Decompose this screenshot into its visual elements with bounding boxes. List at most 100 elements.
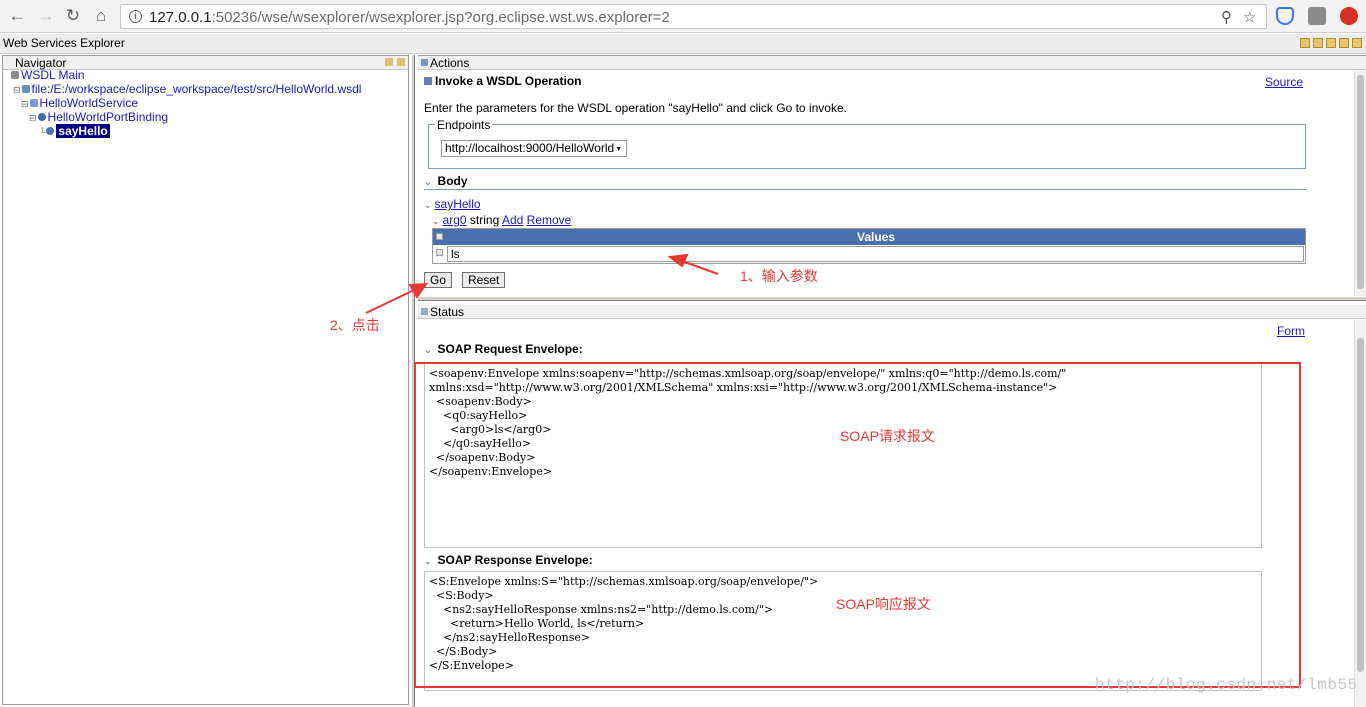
instructions-post: to invoke. bbox=[792, 101, 847, 115]
url-path: :50236/wse/wsexplorer/wsexplorer.jsp?org… bbox=[211, 9, 670, 26]
home-icon[interactable]: ⌂ bbox=[91, 6, 111, 26]
actions-title: Actions bbox=[430, 56, 470, 70]
tree-item-service[interactable]: ⊟ HelloWorldService bbox=[21, 96, 138, 111]
wsdl-file-icon bbox=[21, 85, 30, 93]
back-tool-icon[interactable] bbox=[1300, 38, 1310, 48]
info-icon[interactable]: i bbox=[129, 10, 142, 23]
collapse-twisty-icon[interactable]: ⌄ bbox=[424, 177, 432, 187]
forward-tool-icon[interactable] bbox=[1313, 38, 1323, 48]
collapse-icon[interactable]: ⊟ bbox=[21, 99, 29, 109]
browser-toolbar: ← → ↻ ⌂ i 127.0.0.1:50236/wse/wsexplorer… bbox=[0, 0, 1366, 33]
request-label: SOAP Request Envelope: bbox=[437, 342, 583, 356]
status-title: Status bbox=[430, 305, 465, 319]
collapse-icon[interactable]: ⊟ bbox=[29, 113, 37, 123]
status-scrollbar[interactable] bbox=[1354, 320, 1366, 707]
watermark: http://blog.csdn.net/lmb55 bbox=[1095, 676, 1358, 694]
go-button[interactable]: Go bbox=[424, 272, 453, 288]
navigator-pane: Navigator WSDL Main ⊟ file:/E:/workspace/… bbox=[2, 55, 409, 705]
select-all-checkbox[interactable] bbox=[436, 233, 443, 240]
values-header: Values bbox=[433, 229, 1305, 245]
tree-line-icon: └ bbox=[39, 127, 46, 137]
navigator-refresh-icon[interactable] bbox=[385, 58, 393, 66]
body-label: Body bbox=[437, 174, 468, 188]
horizontal-splitter[interactable] bbox=[418, 296, 1366, 301]
endpoint-value: http://localhost:9000/HelloWorld bbox=[445, 141, 615, 155]
binding-icon bbox=[37, 113, 46, 121]
body-section-header[interactable]: ⌄ Body bbox=[424, 174, 468, 188]
form-link[interactable]: Form bbox=[1277, 324, 1305, 338]
body-divider bbox=[424, 189, 1306, 190]
values-header-text: Values bbox=[856, 230, 896, 244]
navigator-clear-icon[interactable] bbox=[397, 58, 405, 66]
extension-icon[interactable] bbox=[1308, 7, 1326, 25]
tree-item-wsdl-main[interactable]: WSDL Main bbox=[11, 68, 85, 82]
actions-scrollbar[interactable] bbox=[1354, 71, 1366, 297]
values-table: Values ls bbox=[432, 228, 1306, 264]
collapse-twisty-icon[interactable]: ⌄ bbox=[424, 200, 432, 211]
remove-link[interactable]: Remove bbox=[527, 213, 572, 227]
app-title-bar: Web Services Explorer bbox=[0, 34, 1366, 54]
title-toolbar bbox=[1300, 38, 1362, 48]
maximize-icon[interactable] bbox=[421, 308, 428, 315]
operation-icon bbox=[424, 77, 432, 85]
row-checkbox[interactable] bbox=[436, 249, 443, 256]
value-row: ls bbox=[433, 245, 1305, 263]
wsdl-main-link[interactable]: WSDL Main bbox=[21, 68, 85, 82]
favorites-tool-icon[interactable] bbox=[1352, 38, 1362, 48]
url-text[interactable]: 127.0.0.1:50236/wse/wsexplorer/wsexplore… bbox=[149, 9, 670, 26]
endpoint-select[interactable]: http://localhost:9000/HelloWorld▼ bbox=[441, 140, 628, 157]
maximize-icon[interactable] bbox=[421, 59, 428, 66]
arg-type: string bbox=[469, 213, 500, 227]
actions-header: Actions bbox=[418, 56, 1366, 70]
instructions-go: Go bbox=[776, 101, 793, 115]
annotation-request: SOAP请求报文 bbox=[840, 428, 935, 444]
arg-name-link[interactable]: arg0 bbox=[443, 213, 467, 227]
annotation-response: SOAP响应报文 bbox=[836, 596, 931, 612]
zoom-icon[interactable]: ⚲ bbox=[1221, 8, 1232, 26]
collapse-icon[interactable]: ⊟ bbox=[13, 85, 21, 95]
operation-element[interactable]: ⌄ sayHello bbox=[424, 197, 481, 211]
highlight-box bbox=[414, 362, 1301, 688]
wsdl-main-icon bbox=[11, 71, 19, 79]
instructions: Enter the parameters for the WSDL operat… bbox=[424, 101, 847, 115]
address-bar[interactable]: i 127.0.0.1:50236/wse/wsexplorer/wsexplo… bbox=[120, 4, 1267, 29]
app-title: Web Services Explorer bbox=[3, 36, 125, 50]
tree-item-binding[interactable]: ⊟ HelloWorldPortBinding bbox=[29, 110, 168, 125]
add-link[interactable]: Add bbox=[502, 213, 523, 227]
actions-pane: Actions Invoke a WSDL Operation Source E… bbox=[418, 55, 1366, 297]
collapse-twisty-icon[interactable]: ⌄ bbox=[424, 345, 432, 355]
operation-selected[interactable]: sayHello bbox=[56, 124, 110, 138]
refresh-tool-icon[interactable] bbox=[1339, 38, 1349, 48]
forward-arrow-icon[interactable]: → bbox=[36, 6, 56, 26]
service-link[interactable]: HelloWorldService bbox=[40, 96, 138, 110]
source-link[interactable]: Source bbox=[1265, 75, 1303, 89]
wsdl-file-link[interactable]: file:/E:/workspace/eclipse_workspace/tes… bbox=[32, 82, 362, 96]
argument-row: ⌄ arg0 string Add Remove bbox=[432, 213, 571, 227]
endpoints-fieldset: Endpoints http://localhost:9000/HelloWor… bbox=[428, 118, 1306, 169]
history-tool-icon[interactable] bbox=[1326, 38, 1336, 48]
reload-icon[interactable]: ↻ bbox=[63, 6, 83, 26]
instructions-pre: Enter the parameters for the WSDL operat… bbox=[424, 101, 777, 115]
operation-icon bbox=[46, 127, 55, 135]
annotation-step2: 2、点击 bbox=[330, 317, 380, 333]
tree-item-wsdl-file[interactable]: ⊟ file:/E:/workspace/eclipse_workspace/te… bbox=[13, 82, 361, 97]
update-icon[interactable] bbox=[1340, 7, 1358, 25]
service-icon bbox=[29, 99, 38, 107]
tree-item-operation[interactable]: └ sayHello bbox=[39, 124, 110, 139]
annotation-step1: 1、输入参数 bbox=[740, 268, 818, 284]
operation-element-link[interactable]: sayHello bbox=[435, 197, 481, 211]
back-arrow-icon[interactable]: ← bbox=[7, 6, 27, 26]
endpoints-legend: Endpoints bbox=[435, 118, 493, 132]
status-header: Status bbox=[418, 305, 1366, 319]
reset-button[interactable]: Reset bbox=[462, 272, 506, 288]
collapse-twisty-icon[interactable]: ⌄ bbox=[432, 216, 440, 226]
request-section-header[interactable]: ⌄ SOAP Request Envelope: bbox=[424, 342, 583, 356]
invoke-title-text: Invoke a WSDL Operation bbox=[435, 74, 582, 88]
shield-extension-icon[interactable] bbox=[1276, 7, 1294, 25]
bookmark-star-icon[interactable]: ☆ bbox=[1243, 8, 1256, 26]
url-host: 127.0.0.1 bbox=[149, 9, 212, 26]
value-input[interactable]: ls bbox=[447, 246, 1304, 262]
dropdown-arrow-icon: ▼ bbox=[615, 146, 623, 153]
invoke-title: Invoke a WSDL Operation bbox=[424, 74, 581, 88]
binding-link[interactable]: HelloWorldPortBinding bbox=[48, 110, 169, 124]
